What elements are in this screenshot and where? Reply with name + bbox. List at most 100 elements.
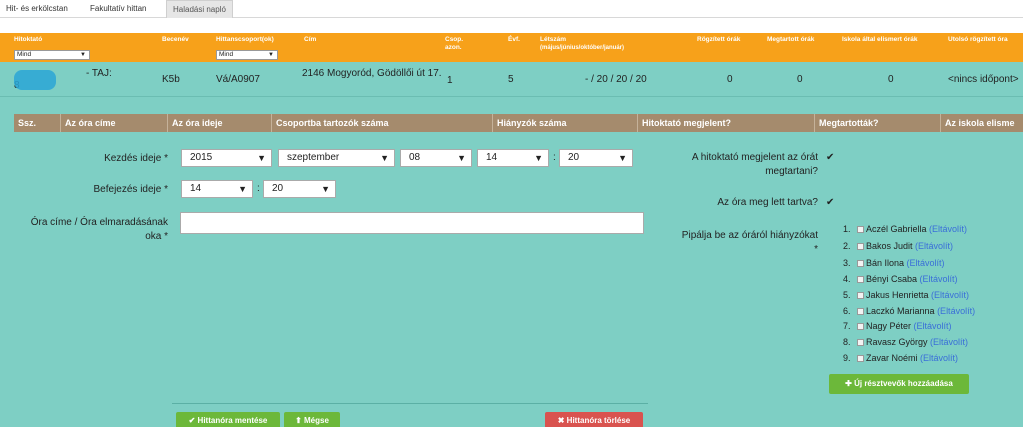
col-evf[interactable]: Évf. — [508, 36, 520, 44]
row-cim: 2146 Mogyoród, Gödöllői út 17. — [302, 68, 442, 79]
col-hianyzok: Hiányzók száma — [492, 114, 567, 132]
col-csop-azon[interactable]: Csop. azon. — [445, 36, 475, 52]
chevron-down-icon: ▼ — [80, 52, 86, 58]
col-cim[interactable]: Cím — [304, 36, 316, 44]
megtartva-checkbox[interactable]: ✔ — [826, 197, 834, 209]
row-megtartott: 0 — [797, 74, 803, 85]
chevron-down-icon: ▼ — [618, 153, 627, 163]
kezdes-year-select[interactable]: 2015 ▼ — [181, 149, 272, 167]
ora-cime-label: Óra címe / Óra elmaradásának oka * — [10, 216, 168, 244]
remove-link[interactable]: (Eltávolít) — [930, 337, 968, 347]
list-item[interactable]: 4. Bényi Csaba (Eltávolít) — [843, 273, 958, 285]
col-ssz: Ssz. — [18, 118, 37, 128]
kezdes-day-select[interactable]: 08 ▼ — [400, 149, 472, 167]
chevron-down-icon: ▼ — [321, 184, 330, 194]
megtartva-label: Az óra meg lett tartva? — [717, 197, 818, 208]
ora-cime-label-line1: Óra címe / Óra elmaradásának — [30, 217, 168, 228]
row-hitoktato: - TAJ: — [86, 68, 112, 79]
col-megjelent: Hitoktató megjelent? — [637, 114, 731, 132]
befejezes-label: Befejezés ideje * — [93, 184, 169, 195]
absent-checkbox[interactable] — [857, 260, 864, 267]
remove-link[interactable]: (Eltávolít) — [931, 290, 969, 300]
absent-checkbox[interactable] — [857, 323, 864, 330]
col-iskola-elismert[interactable]: Iskola által elismert órák — [842, 36, 924, 44]
absent-checkbox[interactable] — [857, 308, 864, 315]
row-letszam: - / 20 / 20 / 20 — [585, 74, 647, 85]
tab-content-gap — [0, 18, 1023, 33]
list-item[interactable]: 7. Nagy Péter (Eltávolít) — [843, 320, 952, 332]
table-header: Hitoktató Mind ▼ Becenév Hittanscsoport(o… — [0, 33, 1023, 62]
redacted-name-mark — [14, 70, 56, 90]
kezdes-label: Kezdés ideje * — [104, 153, 168, 164]
table-row[interactable]: - TAJ: 8 K5b Vá/A0907 2146 Mogyoród, Göd… — [0, 62, 1023, 97]
col-megtartott[interactable]: Megtartott órák — [767, 36, 815, 44]
megjelent-label-line2: megtartani? — [765, 166, 818, 177]
add-participants-button[interactable]: ✚ Új résztvevők hozzáadása — [829, 374, 969, 394]
befejezes-hour-select[interactable]: 14 ▼ — [181, 180, 253, 198]
list-item[interactable]: 1. Aczél Gabriella (Eltávolít) — [843, 223, 967, 235]
befejezes-minute-select[interactable]: 20 ▼ — [263, 180, 336, 198]
absent-checkbox[interactable] — [857, 355, 864, 362]
hitoktato-filter-select[interactable]: Mind ▼ — [14, 50, 90, 60]
absent-checkbox[interactable] — [857, 276, 864, 283]
row-iskola-elismert: 0 — [888, 74, 894, 85]
megjelent-label: A hitoktató megjelent az órát megtartani… — [650, 151, 818, 179]
time-separator: : — [553, 152, 556, 163]
row-csop-azon: 1 — [447, 75, 453, 86]
absent-checkbox[interactable] — [857, 243, 864, 250]
delete-lesson-button[interactable]: ✖ Hittanóra törlése — [545, 412, 643, 427]
list-item[interactable]: 9. Zavar Noémi (Eltávolít) — [843, 352, 958, 364]
ora-cime-label-line2: oka * — [145, 231, 168, 242]
col-utolso[interactable]: Utolsó rögzített óra — [948, 36, 1010, 44]
col-hitoktato[interactable]: Hitoktató — [14, 36, 42, 44]
remove-link[interactable]: (Eltávolít) — [920, 274, 958, 284]
chevron-down-icon: ▼ — [238, 184, 247, 194]
col-letszam[interactable]: Létszám (május/június/október/január) — [540, 36, 624, 52]
hianyzok-label: Pipálja be az óráról hiányzókat * — [640, 229, 818, 257]
remove-link[interactable]: (Eltávolít) — [914, 321, 952, 331]
ora-cime-input[interactable] — [180, 212, 644, 234]
col-csoport-szama: Csoportba tartozók száma — [271, 114, 389, 132]
chevron-down-icon: ▼ — [534, 153, 543, 163]
chevron-down-icon: ▼ — [257, 153, 266, 163]
list-item[interactable]: 2. Bakos Judit (Eltávolít) — [843, 240, 953, 252]
col-rogzitett[interactable]: Rögzített órák — [697, 36, 743, 44]
hittanscsoport-filter-select[interactable]: Mind ▼ — [216, 50, 278, 60]
remove-link[interactable]: (Eltávolít) — [915, 241, 953, 251]
chevron-down-icon: ▼ — [268, 52, 274, 58]
time-separator: : — [257, 183, 260, 194]
col-megtartottak: Megtartották? — [814, 114, 879, 132]
col-letszam-label: Létszám — [540, 36, 567, 43]
list-item[interactable]: 6. Laczkó Marianna (Eltávolít) — [843, 305, 975, 317]
remove-link[interactable]: (Eltávolít) — [929, 224, 967, 234]
megjelent-checkbox[interactable]: ✔ — [826, 152, 834, 164]
tab-fakultativ-hittan[interactable]: Fakultatív hittan — [84, 0, 152, 18]
sessions-table-header: Ssz. Az óra címe Az óra ideje Csoportba … — [14, 114, 1023, 132]
tab-hit-es-erkolcstan[interactable]: Hit- és erkölcstan — [0, 0, 74, 18]
tab-haladasi-naplo[interactable]: Haladási napló — [166, 0, 233, 18]
chevron-down-icon: ▼ — [380, 153, 389, 163]
list-item[interactable]: 5. Jakus Henrietta (Eltávolít) — [843, 289, 969, 301]
absent-checkbox[interactable] — [857, 292, 864, 299]
kezdes-minute-select[interactable]: 20 ▼ — [559, 149, 633, 167]
col-letszam-sub: (május/június/október/január) — [540, 45, 625, 51]
remove-link[interactable]: (Eltávolít) — [907, 258, 945, 268]
remove-link[interactable]: (Eltávolít) — [920, 353, 958, 363]
cancel-button[interactable]: ⬆ Mégse — [284, 412, 340, 427]
save-lesson-button[interactable]: ✔ Hittanóra mentése — [176, 412, 280, 427]
col-ora-cime: Az óra címe — [60, 114, 116, 132]
absent-checkbox[interactable] — [857, 226, 864, 233]
list-item[interactable]: 3. Bán Ilona (Eltávolít) — [843, 257, 945, 269]
col-iskola-elismeri: Az iskola elisme — [940, 114, 1015, 132]
tab-bar: Hit- és erkölcstan Fakultatív hittan Hal… — [0, 0, 1023, 18]
chevron-down-icon: ▼ — [457, 153, 466, 163]
absent-checkbox[interactable] — [857, 339, 864, 346]
kezdes-hour-select[interactable]: 14 ▼ — [477, 149, 549, 167]
list-item[interactable]: 8. Ravasz György (Eltávolít) — [843, 336, 968, 348]
kezdes-month-select[interactable]: szeptember ▼ — [278, 149, 395, 167]
hianyzok-label-line2: * — [814, 244, 818, 255]
remove-link[interactable]: (Eltávolít) — [937, 306, 975, 316]
row-becenev: K5b — [162, 74, 180, 85]
col-becenev[interactable]: Becenév — [162, 36, 189, 44]
col-hittanscsoport[interactable]: Hittanscsoport(ok) — [216, 36, 274, 44]
